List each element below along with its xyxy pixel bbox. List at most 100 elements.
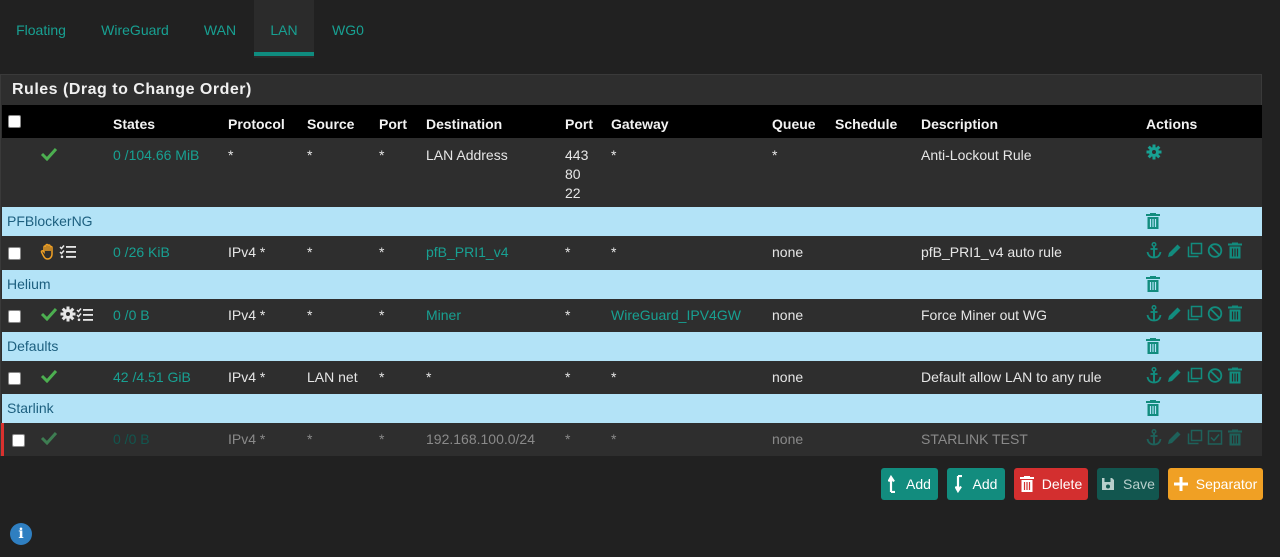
col-queue[interactable]: Queue xyxy=(772,116,816,132)
anchor-icon[interactable] xyxy=(1146,305,1162,322)
tab-wireguard[interactable]: WireGuard xyxy=(86,0,184,58)
col-gateway[interactable]: Gateway xyxy=(611,116,669,132)
save-button[interactable]: Save xyxy=(1097,468,1159,500)
col-description[interactable]: Description xyxy=(921,116,998,132)
col-protocol[interactable]: Protocol xyxy=(228,116,285,132)
destination-alias-link[interactable]: pfB_PRI1_v4 xyxy=(426,244,509,260)
trash-icon[interactable] xyxy=(1146,400,1160,416)
col-schedule[interactable]: Schedule xyxy=(835,116,897,132)
copy-icon[interactable] xyxy=(1187,242,1203,259)
copy-icon[interactable] xyxy=(1187,429,1203,446)
destination-cell: LAN Address xyxy=(426,147,508,163)
add-bottom-label: Add xyxy=(972,476,998,492)
table-row[interactable]: 0 /0 B IPv4 * * * Miner * WireGuard_IPV4… xyxy=(2,299,1262,332)
table-header: States Protocol Source Port Destination … xyxy=(2,105,1262,138)
active-tab-indicator xyxy=(254,52,314,56)
gateway-cell: * xyxy=(611,147,617,163)
copy-icon[interactable] xyxy=(1187,305,1203,322)
port-cell: * xyxy=(379,147,385,163)
separator-row[interactable]: Helium xyxy=(2,270,1262,299)
anchor-icon[interactable] xyxy=(1146,242,1162,259)
disable-ban-icon[interactable] xyxy=(1207,367,1223,384)
dest-port-cell: * xyxy=(565,307,571,323)
enable-check-square-icon[interactable] xyxy=(1207,429,1223,446)
trash-icon[interactable] xyxy=(1146,338,1160,354)
states-cell[interactable]: 42 /4.51 GiB xyxy=(113,369,191,385)
tab-wg0[interactable]: WG0 xyxy=(318,0,378,58)
edit-pencil-icon[interactable] xyxy=(1166,429,1182,446)
protocol-cell: IPv4 * xyxy=(228,244,266,260)
destination-alias-link[interactable]: Miner xyxy=(426,307,461,323)
separator-label: PFBlockerNG xyxy=(7,213,93,229)
source-cell: LAN net xyxy=(307,369,358,385)
row-checkbox[interactable] xyxy=(8,372,21,385)
trash-icon[interactable] xyxy=(1227,429,1242,446)
trash-icon xyxy=(1019,476,1034,492)
row-checkbox[interactable] xyxy=(12,434,25,447)
add-top-button[interactable]: Add xyxy=(881,468,938,500)
panel-title: Rules (Drag to Change Order) xyxy=(12,81,252,98)
tasks-list-icon xyxy=(76,308,93,322)
delete-button[interactable]: Delete xyxy=(1014,468,1088,500)
edit-pencil-icon[interactable] xyxy=(1166,242,1182,259)
table-row[interactable]: 42 /4.51 GiB IPv4 * LAN net * * * * none… xyxy=(2,361,1262,394)
edit-pencil-icon[interactable] xyxy=(1166,367,1182,384)
separator-row[interactable]: Defaults xyxy=(2,332,1262,361)
anchor-icon[interactable] xyxy=(1146,429,1162,446)
tab-floating[interactable]: Floating xyxy=(0,0,82,58)
dest-port-cell: 22 xyxy=(565,185,581,201)
add-separator-button[interactable]: Separator xyxy=(1168,468,1263,500)
pass-check-icon xyxy=(40,147,58,161)
col-source[interactable]: Source xyxy=(307,116,354,132)
hand-block-icon xyxy=(40,243,53,260)
gear-icon[interactable] xyxy=(1146,144,1162,160)
disable-ban-icon[interactable] xyxy=(1207,305,1223,322)
info-icon[interactable]: i xyxy=(10,523,32,545)
col-destination[interactable]: Destination xyxy=(426,116,502,132)
table-row-disabled[interactable]: 0 /0 B IPv4 * * * 192.168.100.0/24 * * n… xyxy=(1,423,1262,456)
trash-icon[interactable] xyxy=(1146,213,1160,229)
rules-panel: Rules (Drag to Change Order) States Prot… xyxy=(0,74,1262,456)
pass-check-icon xyxy=(40,369,58,383)
anchor-icon[interactable] xyxy=(1146,367,1162,384)
col-port[interactable]: Port xyxy=(379,116,407,132)
tab-lan[interactable]: LAN xyxy=(254,0,314,58)
tab-wan[interactable]: WAN xyxy=(188,0,252,58)
states-cell[interactable]: 0 /0 B xyxy=(113,431,150,447)
col-actions: Actions xyxy=(1146,116,1198,132)
copy-icon[interactable] xyxy=(1187,367,1203,384)
separator-row[interactable]: Starlink xyxy=(2,394,1262,423)
separator-label: Separator xyxy=(1195,476,1258,492)
gateway-link[interactable]: WireGuard_IPV4GW xyxy=(611,307,741,323)
row-actions xyxy=(1146,305,1256,323)
protocol-cell: IPv4 * xyxy=(228,369,266,385)
table-row[interactable]: 0 /26 KiB IPv4 * * * pfB_PRI1_v4 * * non… xyxy=(2,236,1262,269)
gateway-cell: * xyxy=(611,244,617,260)
delete-label: Delete xyxy=(1041,476,1083,492)
select-all-checkbox[interactable] xyxy=(8,115,21,128)
tasks-list-icon xyxy=(59,245,76,259)
dest-port-cell: * xyxy=(565,244,571,260)
port-cell: * xyxy=(379,431,385,447)
pass-check-icon xyxy=(40,431,58,445)
description-cell: Default allow LAN to any rule xyxy=(921,369,1102,385)
row-checkbox[interactable] xyxy=(8,247,21,260)
queue-cell: none xyxy=(772,307,804,323)
add-bottom-button[interactable]: Add xyxy=(947,468,1005,500)
edit-pencil-icon[interactable] xyxy=(1166,305,1182,322)
disable-ban-icon[interactable] xyxy=(1207,242,1223,259)
states-cell[interactable]: 0 /26 KiB xyxy=(113,244,170,260)
trash-icon[interactable] xyxy=(1227,367,1242,384)
trash-icon[interactable] xyxy=(1227,305,1242,322)
row-checkbox[interactable] xyxy=(8,310,21,323)
states-cell[interactable]: 0 /0 B xyxy=(113,307,150,323)
dest-port-cell: * xyxy=(565,369,571,385)
col-dest-port[interactable]: Port xyxy=(565,116,593,132)
separator-row[interactable]: PFBlockerNG xyxy=(2,207,1262,236)
states-cell[interactable]: 0 /104.66 MiB xyxy=(113,147,199,163)
trash-icon[interactable] xyxy=(1227,242,1242,259)
col-states[interactable]: States xyxy=(113,116,155,132)
table-row[interactable]: 0 /104.66 MiB * * * LAN Address 443 80 2… xyxy=(2,138,1262,206)
trash-icon[interactable] xyxy=(1146,276,1160,292)
rule-tabs: Floating WireGuard WAN LAN WG0 xyxy=(0,0,1280,58)
